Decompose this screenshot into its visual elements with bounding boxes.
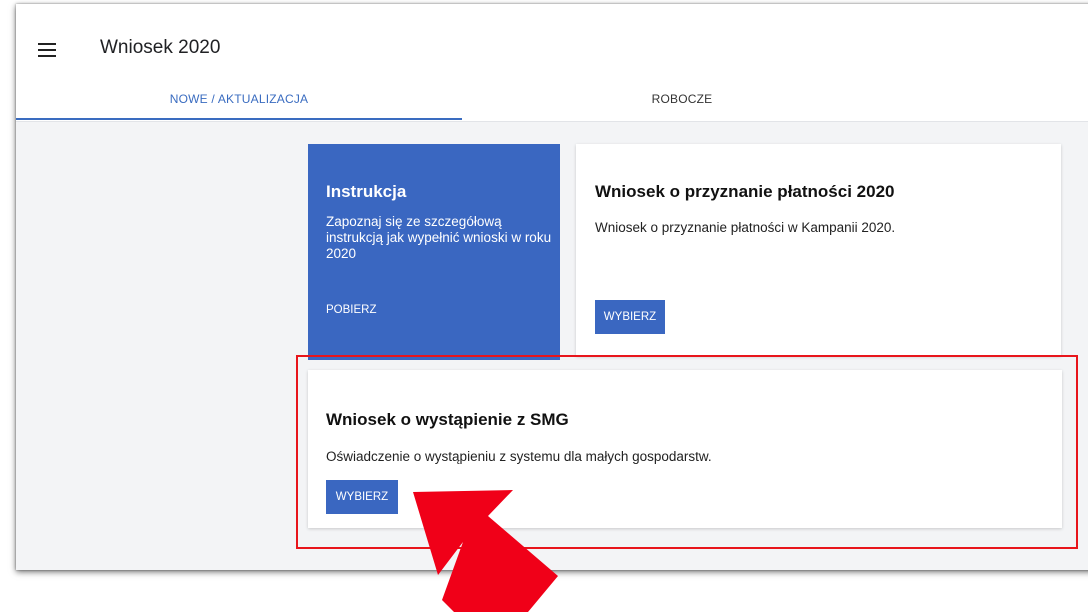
card-description: Wniosek o przyznanie płatności w Kampani… [595,220,896,235]
payment-application-card: Wniosek o przyznanie płatności 2020 Wnio… [576,144,1061,356]
hamburger-menu-icon[interactable] [38,43,56,57]
top-bar: Wniosek 2020 NOWE / AKTUALIZACJA ROBOCZE [16,4,1088,122]
select-payment-application-button[interactable]: WYBIERZ [595,300,665,334]
download-link[interactable]: POBIERZ [326,304,376,316]
instruction-text: Zapoznaj się ze szczegółową instrukcją j… [326,214,552,261]
instruction-title: Instrukcja [326,182,407,201]
card-description: Oświadczenie o wystąpieniu z systemu dla… [326,449,712,464]
smg-exit-application-card: Wniosek o wystąpienie z SMG Oświadczenie… [308,370,1062,528]
app-window: Wniosek 2020 NOWE / AKTUALIZACJA ROBOCZE… [16,4,1088,570]
tab-robocze[interactable]: ROBOCZE [462,92,902,122]
card-title: Wniosek o wystąpienie z SMG [326,410,569,429]
page-title: Wniosek 2020 [100,37,221,58]
active-tab-indicator [16,118,462,120]
instruction-card: Instrukcja Zapoznaj się ze szczegółową i… [308,144,560,360]
select-smg-exit-button[interactable]: WYBIERZ [326,480,398,514]
card-title: Wniosek o przyznanie płatności 2020 [595,182,895,201]
